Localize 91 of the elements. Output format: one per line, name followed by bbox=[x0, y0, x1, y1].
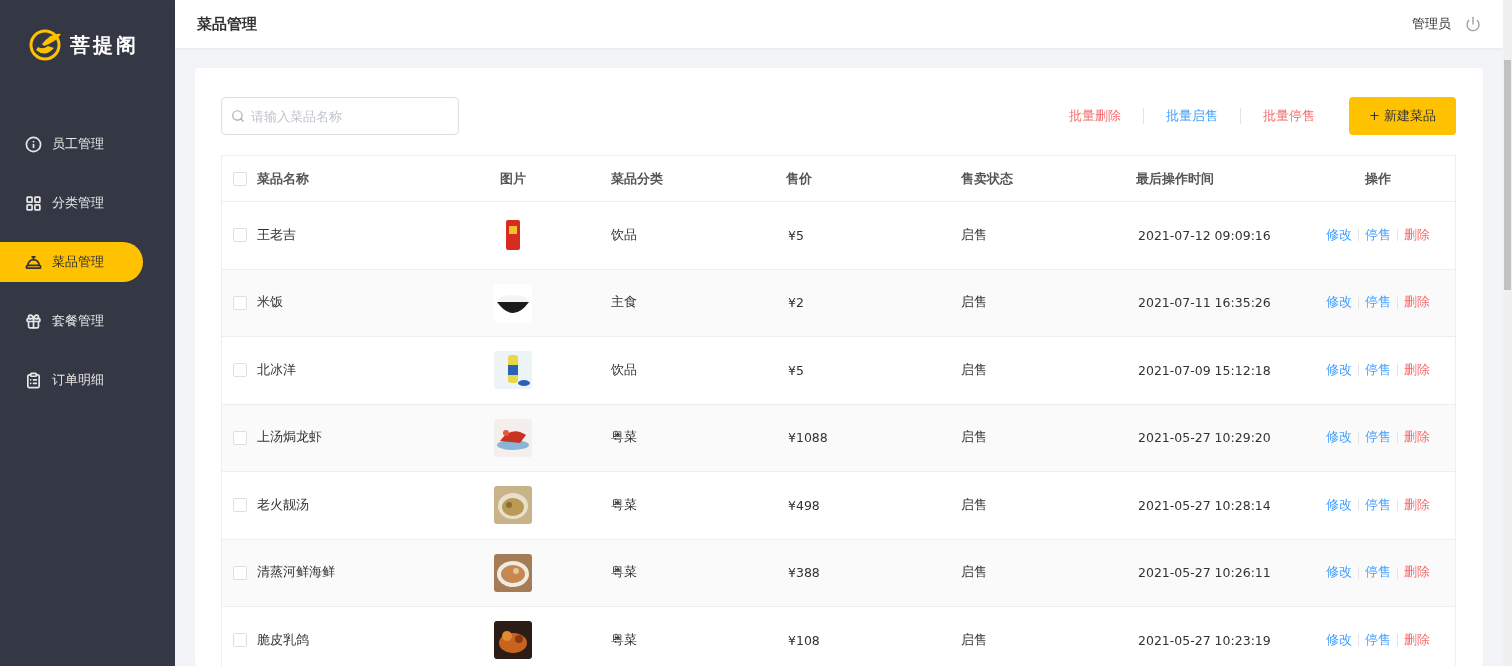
update-time: 2021-07-09 15:12:18 bbox=[1137, 362, 1271, 378]
logo-icon bbox=[28, 28, 62, 62]
update-time: 2021-05-27 10:28:14 bbox=[1137, 497, 1271, 513]
sidebar-item[interactable]: 订单明细 bbox=[0, 360, 143, 400]
row-action-link[interactable]: 停售 bbox=[1358, 294, 1397, 312]
bulk-action-link[interactable]: 批量删除 bbox=[1047, 107, 1143, 125]
sale-status: 启售 bbox=[960, 429, 987, 445]
column-header: 操作 bbox=[1364, 169, 1391, 188]
row-action-link[interactable]: 停售 bbox=[1358, 496, 1397, 514]
row-checkbox[interactable] bbox=[233, 633, 247, 648]
row-action-link[interactable]: 修改 bbox=[1319, 564, 1358, 582]
clipboard-icon bbox=[25, 371, 42, 389]
sale-status: 启售 bbox=[960, 564, 987, 580]
row-checkbox[interactable] bbox=[233, 363, 247, 378]
gift-icon bbox=[25, 312, 42, 330]
column-header: 最后操作时间 bbox=[1135, 170, 1214, 186]
sale-status: 启售 bbox=[960, 294, 987, 310]
sidebar-item[interactable]: 套餐管理 bbox=[0, 301, 143, 341]
dish-category: 饮品 bbox=[610, 226, 637, 242]
dish-price: ¥5 bbox=[787, 227, 804, 243]
row-action-link[interactable]: 删除 bbox=[1397, 361, 1436, 379]
column-header: 菜品分类 bbox=[610, 170, 663, 186]
sale-status: 启售 bbox=[960, 496, 987, 512]
sidebar-item[interactable]: 菜品管理 bbox=[0, 242, 143, 282]
row-action-link[interactable]: 修改 bbox=[1319, 496, 1358, 514]
select-all-checkbox[interactable] bbox=[233, 171, 247, 186]
row-action-link[interactable]: 删除 bbox=[1397, 564, 1436, 582]
update-time: 2021-07-11 16:35:26 bbox=[1137, 295, 1271, 311]
cloche-icon bbox=[25, 253, 42, 271]
column-header: 售价 bbox=[785, 170, 812, 186]
logout-icon[interactable] bbox=[1465, 16, 1481, 32]
sidebar-item[interactable]: 分类管理 bbox=[0, 183, 143, 223]
row-checkbox[interactable] bbox=[233, 295, 247, 310]
row-action-link[interactable]: 停售 bbox=[1358, 361, 1397, 379]
dish-category: 主食 bbox=[610, 294, 637, 310]
update-time: 2021-05-27 10:26:11 bbox=[1137, 565, 1271, 581]
row-action-link[interactable]: 修改 bbox=[1319, 429, 1358, 447]
sale-status: 启售 bbox=[960, 226, 987, 242]
user-name: 管理员 bbox=[1412, 15, 1451, 33]
row-action-link[interactable]: 停售 bbox=[1358, 631, 1397, 649]
row-action-link[interactable]: 停售 bbox=[1358, 429, 1397, 447]
bulk-action-link[interactable]: 批量停售 bbox=[1241, 107, 1337, 125]
dish-category: 粤菜 bbox=[610, 564, 637, 580]
dish-price: ¥498 bbox=[787, 497, 820, 513]
dish-name: 王老吉 bbox=[257, 226, 296, 244]
dish-name: 北冰洋 bbox=[257, 361, 296, 379]
row-action-link[interactable]: 删除 bbox=[1397, 294, 1436, 312]
row-action-link[interactable]: 停售 bbox=[1358, 564, 1397, 582]
search-icon bbox=[231, 109, 245, 123]
sale-status: 启售 bbox=[960, 631, 987, 647]
row-checkbox[interactable] bbox=[233, 565, 247, 580]
row-checkbox[interactable] bbox=[233, 228, 247, 243]
dish-price: ¥108 bbox=[787, 632, 820, 648]
dish-name: 脆皮乳鸽 bbox=[257, 631, 309, 649]
row-action-link[interactable]: 修改 bbox=[1319, 294, 1358, 312]
update-time: 2021-05-27 10:23:19 bbox=[1137, 632, 1271, 648]
row-checkbox[interactable] bbox=[233, 430, 247, 445]
dish-price: ¥5 bbox=[787, 362, 804, 378]
row-action-link[interactable]: 修改 bbox=[1319, 361, 1358, 379]
dish-name: 米饭 bbox=[257, 294, 283, 312]
row-action-link[interactable]: 删除 bbox=[1397, 631, 1436, 649]
bulk-action-link[interactable]: 批量启售 bbox=[1144, 107, 1240, 125]
column-header: 售卖状态 bbox=[960, 170, 1013, 186]
grid-icon bbox=[25, 194, 42, 212]
row-action-link[interactable]: 修改 bbox=[1319, 631, 1358, 649]
dish-name: 老火靓汤 bbox=[257, 496, 309, 514]
new-dish-button[interactable]: + 新建菜品 bbox=[1349, 97, 1456, 135]
row-action-link[interactable]: 修改 bbox=[1319, 226, 1358, 244]
dish-name: 上汤焗龙虾 bbox=[257, 429, 322, 447]
dish-category: 粤菜 bbox=[610, 429, 637, 445]
update-time: 2021-05-27 10:29:20 bbox=[1137, 430, 1271, 446]
column-header: 菜品名称 bbox=[257, 169, 309, 188]
dish-category: 粤菜 bbox=[610, 631, 637, 647]
dish-category: 饮品 bbox=[610, 361, 637, 377]
column-header: 图片 bbox=[500, 169, 526, 188]
dish-price: ¥1088 bbox=[787, 430, 828, 446]
row-action-link[interactable]: 删除 bbox=[1397, 226, 1436, 244]
dish-price: ¥2 bbox=[787, 295, 804, 311]
page-title: 菜品管理 bbox=[197, 14, 257, 34]
sale-status: 启售 bbox=[960, 361, 987, 377]
dish-name: 清蒸河鲜海鲜 bbox=[257, 564, 335, 582]
row-action-link[interactable]: 删除 bbox=[1397, 429, 1436, 447]
search-field[interactable]: 请输入菜品名称 bbox=[221, 97, 459, 135]
row-checkbox[interactable] bbox=[233, 498, 247, 513]
update-time: 2021-07-12 09:09:16 bbox=[1137, 227, 1271, 243]
brand-name: 菩提阁 bbox=[70, 31, 139, 59]
dish-price: ¥388 bbox=[787, 565, 820, 581]
row-action-link[interactable]: 删除 bbox=[1397, 496, 1436, 514]
row-action-link[interactable]: 停售 bbox=[1358, 226, 1397, 244]
sidebar-item[interactable]: 员工管理 bbox=[0, 124, 143, 164]
dish-category: 粤菜 bbox=[610, 496, 637, 512]
